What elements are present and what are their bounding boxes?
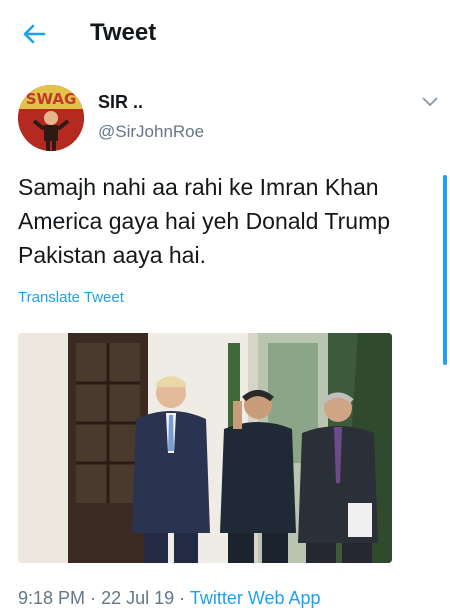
author-handle[interactable]: @SirJohnRoe <box>98 122 204 142</box>
chevron-down-icon <box>422 97 438 107</box>
top-bar: Tweet <box>0 0 450 68</box>
tweet-timestamp: 9:18 PM · 22 Jul 19 · Twitter Web App <box>18 588 321 609</box>
tweet-source-link[interactable]: Twitter Web App <box>190 588 321 608</box>
avatar-logo-text: SWAG <box>26 90 77 108</box>
scroll-indicator <box>443 175 447 365</box>
meta-separator: · <box>179 588 186 608</box>
avatar[interactable]: SWAG <box>18 85 84 151</box>
tweet-date: 22 Jul 19 <box>101 588 175 608</box>
tweet-photo[interactable] <box>18 333 392 563</box>
tweet-time: 9:18 PM <box>18 588 86 608</box>
tweet-options-button[interactable] <box>420 93 440 109</box>
tweet-text: Samajh nahi aa rahi ke Imran Khan Americ… <box>18 174 391 268</box>
author-name[interactable]: SIR .. <box>98 92 143 113</box>
translate-tweet-link[interactable]: Translate Tweet <box>18 289 124 306</box>
page-title: Tweet <box>90 19 157 46</box>
meta-separator: · <box>90 588 97 608</box>
arrow-left-icon <box>23 24 46 44</box>
back-button[interactable] <box>18 18 50 50</box>
